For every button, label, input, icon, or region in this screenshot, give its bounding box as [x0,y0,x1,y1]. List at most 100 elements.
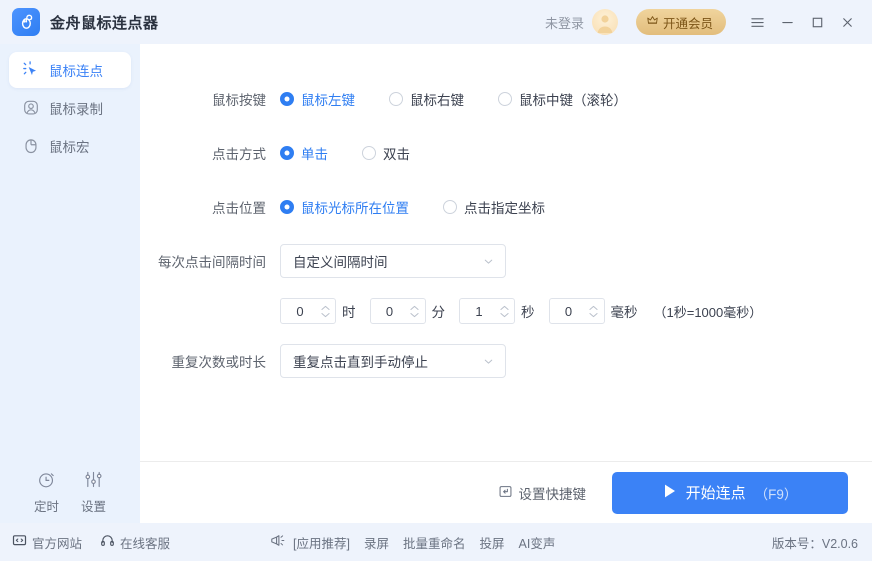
sidebar-tools: 定时 设置 [0,461,140,523]
click-mode-radio-group: 单击 双击 [280,143,410,163]
login-status-text[interactable]: 未登录 [545,13,584,32]
radio-indicator [362,146,376,160]
online-support-link[interactable]: 在线客服 [100,533,170,552]
radio-indicator [280,200,294,214]
hours-input[interactable] [281,303,319,319]
mouse-macro-icon [21,136,41,156]
form-row-time-fields: 时 分 [140,288,872,334]
maximize-icon[interactable] [802,7,832,37]
batch-rename-link[interactable]: 批量重命名 [403,533,466,552]
chevron-down-icon [482,355,495,368]
repeat-select[interactable]: 重复点击直到手动停止 [280,344,506,378]
stepper-arrows[interactable] [409,305,421,318]
timer-tool-label: 定时 [33,500,59,514]
mouse-button-label: 鼠标按键 [212,93,266,108]
radio-left-button[interactable]: 鼠标左键 [280,89,355,109]
radio-label: 鼠标右键 [410,93,464,108]
user-avatar-icon[interactable] [591,9,618,35]
interval-select[interactable]: 自定义间隔时间 [280,244,506,278]
form-row-mouse-button: 鼠标按键 鼠标左键 鼠标右键 鼠标中键（滚轮） [140,72,872,126]
minutes-input[interactable] [370,303,409,319]
radio-right-button[interactable]: 鼠标右键 [389,89,464,109]
radio-label: 点击指定坐标 [464,201,545,216]
official-website-label: 官方网站 [32,536,83,551]
sidebar-item-mouse-record[interactable]: 鼠标录制 [9,90,131,126]
start-clicking-button[interactable]: 开始连点 （F9） [612,471,848,514]
interval-select-value: 自定义间隔时间 [293,255,388,270]
seconds-stepper[interactable] [459,298,515,324]
stepper-arrows[interactable] [498,305,510,318]
hours-stepper[interactable] [280,298,336,324]
titlebar-right-group: 未登录 开通会员 [545,7,862,37]
click-position-label: 点击位置 [212,201,266,216]
settings-tool-label: 设置 [81,500,107,514]
app-recommendation-link[interactable]: [应用推荐] [270,533,350,552]
close-icon[interactable] [832,7,862,37]
sidebar-item-mouse-macro[interactable]: 鼠标宏 [9,128,131,164]
clicker-settings-form: 鼠标按键 鼠标左键 鼠标右键 鼠标中键（滚轮） 点击方式 单击 双击 点击位置 … [140,44,872,388]
set-shortcut-button[interactable]: 设置快捷键 [498,483,587,503]
minimize-icon[interactable] [772,7,802,37]
milliseconds-input[interactable] [549,303,588,319]
sidebar-item-label: 鼠标录制 [49,102,103,117]
start-clicking-label: 开始连点 [685,485,746,502]
megaphone-icon [270,533,286,551]
app-recommendation-label: [应用推荐] [293,536,350,551]
stepper-arrows[interactable] [588,305,600,318]
radio-indicator [443,200,457,214]
seconds-unit-label: 秒 [521,305,535,320]
radio-label: 双击 [383,147,410,162]
radio-double-click[interactable]: 双击 [362,143,410,163]
version-label: 版本号：V2.0.6 [771,536,858,551]
radio-indicator [280,92,294,106]
stopwatch-icon [36,469,57,493]
official-website-link[interactable]: 官方网站 [12,533,82,552]
open-vip-label: 开通会员 [662,16,713,31]
main-body: 鼠标连点 鼠标录制 鼠标宏 定时 设置 鼠标按键 鼠标左键 鼠标右键 鼠标中键（… [0,44,872,523]
radio-specified-coordinates[interactable]: 点击指定坐标 [443,197,545,217]
status-bar-center: [应用推荐] 录屏 批量重命名 投屏 AI变声 [270,533,555,552]
open-vip-button[interactable]: 开通会员 [635,9,726,35]
milliseconds-stepper[interactable] [548,298,605,324]
radio-label: 单击 [301,147,328,162]
radio-middle-button[interactable]: 鼠标中键（滚轮） [498,89,627,109]
hours-unit-label: 时 [342,305,356,320]
form-row-click-mode: 点击方式 单击 双击 [140,126,872,180]
radio-cursor-position[interactable]: 鼠标光标所在位置 [280,197,409,217]
screen-cast-link[interactable]: 投屏 [480,533,505,552]
milliseconds-unit-label: 毫秒 [610,305,638,320]
chevron-down-icon [482,255,495,268]
radio-single-click[interactable]: 单击 [280,143,328,163]
stepper-arrows[interactable] [319,305,331,318]
keyboard-shortcut-icon [498,484,513,502]
action-bar: 设置快捷键 开始连点 （F9） [140,461,872,523]
minutes-stepper[interactable] [369,298,426,324]
radio-label: 鼠标光标所在位置 [301,201,409,216]
play-triangle-icon [663,483,677,503]
repeat-label: 重复次数或时长 [171,355,267,370]
minutes-unit-label: 分 [431,305,446,320]
interval-label: 每次点击间隔时间 [158,255,266,270]
record-camera-icon [21,98,41,118]
sidebar-item-label: 鼠标宏 [49,140,90,155]
click-cursor-icon [21,60,41,80]
settings-tool-button[interactable]: 设置 [81,469,106,515]
radio-label: 鼠标中键（滚轮） [519,93,627,108]
screen-record-link[interactable]: 录屏 [364,533,389,552]
sidebar-item-label: 鼠标连点 [49,64,103,79]
ai-voice-changer-link[interactable]: AI变声 [519,533,556,552]
time-hint-text: （1秒=1000毫秒） [653,304,763,320]
sidebar-item-auto-clicker[interactable]: 鼠标连点 [9,52,131,88]
seconds-input[interactable] [460,303,498,319]
click-mode-label: 点击方式 [212,147,266,162]
radio-label: 鼠标左键 [301,93,355,108]
form-row-click-position: 点击位置 鼠标光标所在位置 点击指定坐标 [140,180,872,234]
timer-tool-button[interactable]: 定时 [34,469,59,515]
status-bar-left: 官方网站 在线客服 [12,533,170,552]
status-bar: 官方网站 在线客服 [应用推荐] 录屏 批量重命名 投屏 AI变声 版本号：V2… [0,523,872,561]
set-shortcut-label: 设置快捷键 [518,486,587,502]
hamburger-menu-icon[interactable] [742,7,772,37]
title-bar: 金舟鼠标连点器 未登录 开通会员 [0,0,872,44]
headset-icon [100,533,115,551]
content-panel: 鼠标按键 鼠标左键 鼠标右键 鼠标中键（滚轮） 点击方式 单击 双击 点击位置 … [140,44,872,523]
